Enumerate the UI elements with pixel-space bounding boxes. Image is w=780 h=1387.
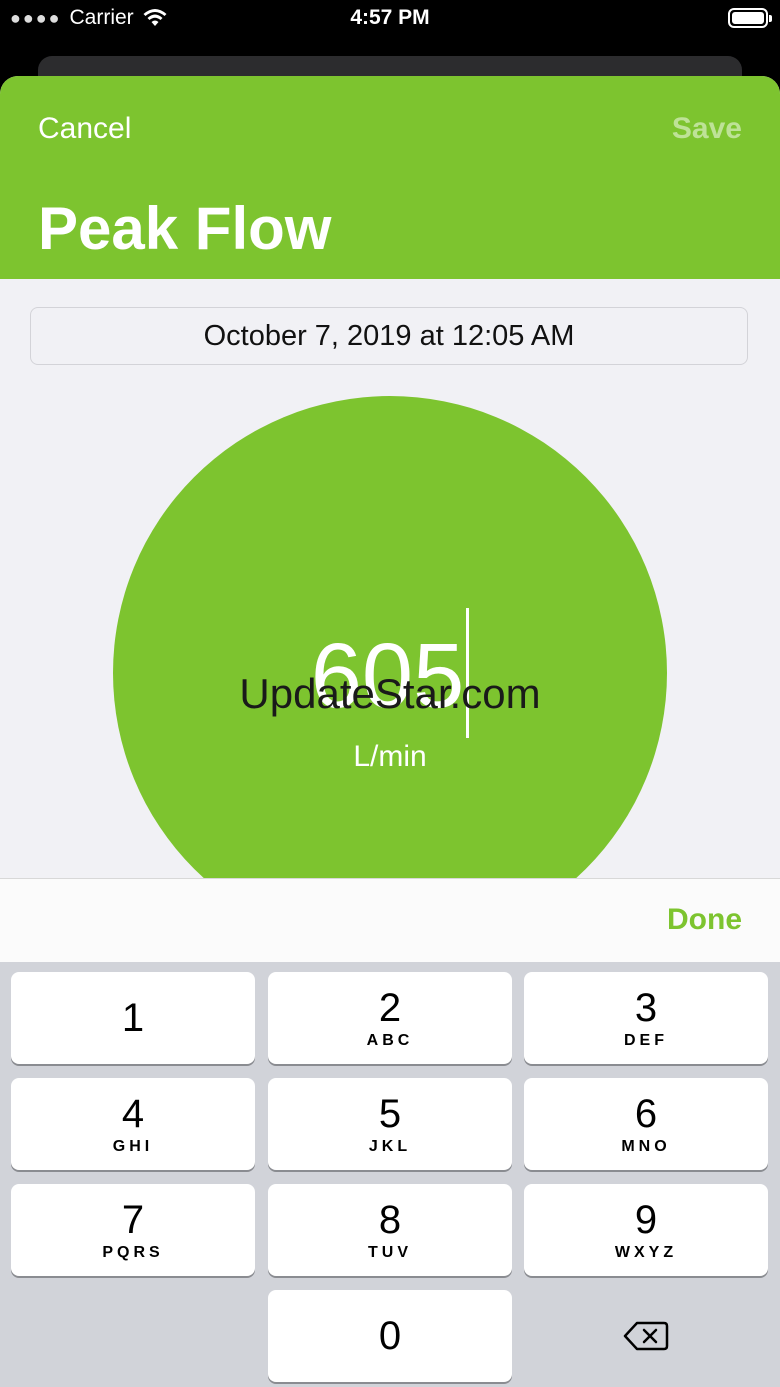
backspace-icon [623, 1321, 669, 1351]
nav-bar: Cancel Save Peak Flow [0, 76, 780, 279]
modal-sheet: Cancel Save Peak Flow October 7, 2019 at… [0, 76, 780, 1387]
unit-label: L/min [353, 740, 427, 773]
cancel-button[interactable]: Cancel [38, 112, 131, 146]
page-title: Peak Flow [38, 195, 332, 262]
done-button[interactable]: Done [667, 903, 742, 937]
key-2[interactable]: 2 ABC [268, 972, 512, 1064]
delete-key[interactable] [524, 1290, 768, 1382]
key-5[interactable]: 5 JKL [268, 1078, 512, 1170]
date-field[interactable]: October 7, 2019 at 12:05 AM [30, 307, 748, 365]
key-7[interactable]: 7 PQRS [11, 1184, 255, 1276]
key-6[interactable]: 6 MNO [524, 1078, 768, 1170]
key-1[interactable]: 1 [11, 972, 255, 1064]
number-keypad: 1 2 ABC 3 DEF 4 GHI 5 JKL 6 MNO 7 PQRS 8… [0, 962, 780, 1387]
keyboard-accessory-bar: Done [0, 878, 780, 963]
battery-icon [728, 8, 772, 28]
key-9[interactable]: 9 WXYZ [524, 1184, 768, 1276]
key-0[interactable]: 0 [268, 1290, 512, 1382]
status-bar: ●●●● Carrier 4:57 PM [0, 0, 780, 40]
key-3[interactable]: 3 DEF [524, 972, 768, 1064]
key-4[interactable]: 4 GHI [11, 1078, 255, 1170]
key-8[interactable]: 8 TUV [268, 1184, 512, 1276]
save-button[interactable]: Save [672, 112, 742, 146]
status-time: 4:57 PM [350, 6, 430, 29]
watermark: UpdateStar.com [239, 670, 541, 717]
